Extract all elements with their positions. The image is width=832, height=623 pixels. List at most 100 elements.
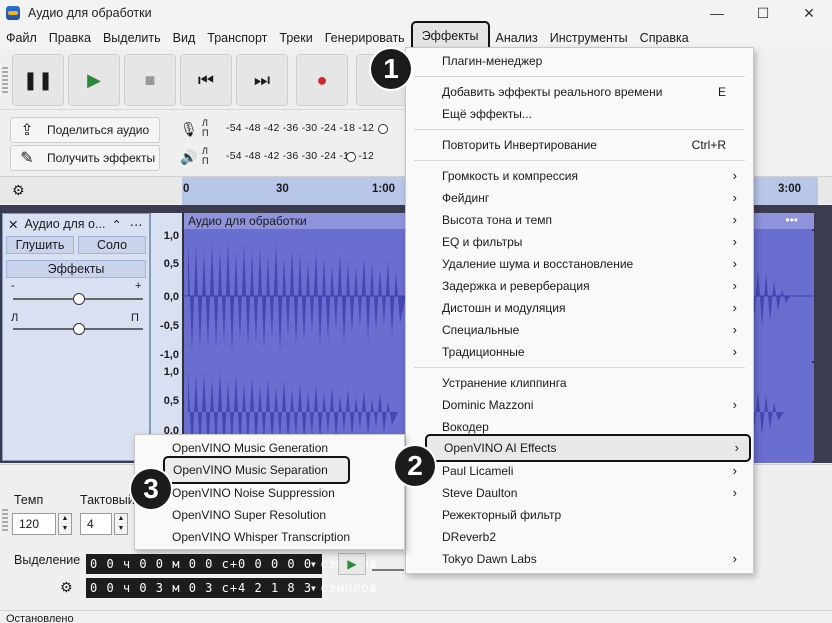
record-button[interactable]: ● [296, 54, 348, 106]
menu-tracks[interactable]: Треки [273, 27, 318, 49]
add-realtime-effects-item[interactable]: Добавить эффекты реального времени E [406, 81, 753, 103]
scale-minus-1-0: -1,0 [160, 349, 179, 361]
tick-1-00: 1:00 [372, 183, 396, 195]
openvino-submenu: OpenVINO Music Generation OpenVINO Music… [134, 434, 405, 550]
record-level-knob[interactable] [378, 124, 388, 134]
selection-end-time[interactable]: 0 0 ч 0 3 м 0 3 с+4 2 1 8 3 сэмплов ▾ [86, 578, 377, 598]
pan-slider-knob[interactable] [73, 323, 85, 335]
menu-file[interactable]: Файл [0, 27, 43, 49]
dreverb2-item[interactable]: DReverb2 [406, 526, 753, 548]
get-effects-label: Получить эффекты [47, 151, 156, 165]
paul-licameli-item[interactable]: Paul Licameli › [406, 460, 753, 482]
menu-select[interactable]: Выделить [97, 27, 167, 49]
pan-slider[interactable] [13, 323, 143, 335]
time-signature-stepper[interactable]: ▲ ▼ [114, 513, 128, 535]
group-noise-removal[interactable]: Удаление шума и восстановление › [406, 253, 753, 275]
group-distortion-modulation[interactable]: Дистошн и модуляция › [406, 297, 753, 319]
menu-separator [414, 367, 745, 368]
gain-slider-knob[interactable] [73, 293, 85, 305]
dominic-mazzoni-item[interactable]: Dominic Mazzoni › [406, 394, 753, 416]
track-header: ✕ Аудио для о... ⌃ ⋯ [3, 214, 151, 234]
play-button[interactable]: ▶ [68, 54, 120, 106]
scale-1-0: 1,0 [163, 230, 179, 242]
plugin-icon: ✎ [20, 150, 34, 167]
gain-slider[interactable] [13, 293, 143, 305]
scale-minus-0-5: -0,5 [160, 320, 179, 332]
notch-filter-item[interactable]: Режекторный фильтр [406, 504, 753, 526]
stop-button[interactable]: ■ [124, 54, 176, 106]
selection-start-time[interactable]: 0 0 ч 0 0 м 0 0 с+0 0 0 0 0 сэмплов ▾ [86, 554, 377, 574]
record-meter[interactable]: 🎙 ЛП -54 -48 -42 -36 -30 -24 -18 -12 [180, 118, 410, 140]
openvino-whisper-transcription-item[interactable]: OpenVINO Whisper Transcription [135, 526, 404, 548]
steve-daulton-item[interactable]: Steve Daulton › [406, 482, 753, 504]
selection-settings-icon[interactable]: ⚙ [60, 579, 73, 596]
selection-start-value: 0 0 ч 0 0 м 0 0 с+0 0 0 0 0 сэмплов [90, 557, 378, 571]
scale-r-1-0: 1,0 [163, 366, 179, 378]
menu-help[interactable]: Справка [634, 27, 695, 49]
openvino-ai-effects-item[interactable]: OpenVINO AI Effects › [425, 434, 751, 462]
tempo-stepper[interactable]: ▲ ▼ [58, 513, 72, 535]
close-button[interactable]: ✕ [786, 0, 832, 26]
pause-button[interactable]: ❚❚ [12, 54, 64, 106]
menu-transport[interactable]: Транспорт [201, 27, 273, 49]
group-delay-reverb[interactable]: Задержка и реверберация › [406, 275, 753, 297]
step-3-badge: 3 [131, 469, 171, 509]
stop-icon: ■ [144, 69, 156, 90]
play-at-speed-icon: ▶ [347, 557, 357, 571]
more-effects-item[interactable]: Ещё эффекты... [406, 103, 753, 125]
openvino-music-separation-item[interactable]: OpenVINO Music Separation [163, 456, 350, 484]
toolbar-grip-bottom[interactable] [2, 509, 8, 531]
menu-bar: Файл Правка Выделить Вид Транспорт Треки… [0, 21, 832, 51]
group-pitch-tempo[interactable]: Высота тона и темп › [406, 209, 753, 231]
group-volume-compression[interactable]: Громкость и компрессия › [406, 165, 753, 187]
minimize-button[interactable]: — [694, 0, 740, 26]
group-eq-filters[interactable]: EQ и фильтры › [406, 231, 753, 253]
openvino-noise-suppression-item[interactable]: OpenVINO Noise Suppression [135, 482, 404, 504]
track-menu-icon[interactable]: ⋯ [130, 217, 143, 232]
selection-label: Выделение [14, 553, 81, 567]
skip-to-start-icon: ⏮ [197, 69, 215, 90]
clip-menu-icon[interactable]: ••• [785, 213, 798, 227]
menu-separator [414, 160, 745, 161]
plugin-manager-item[interactable]: Плагин-менеджер [406, 50, 753, 72]
group-traditional[interactable]: Традиционные › [406, 341, 753, 363]
microphone-icon: 🎙 [180, 121, 198, 137]
clip-fix-item[interactable]: Устранение клиппинга [406, 372, 753, 394]
menu-separator [414, 76, 745, 77]
tempo-input[interactable]: 120 [12, 513, 56, 535]
group-special[interactable]: Специальные › [406, 319, 753, 341]
toolbar-grip[interactable] [2, 67, 8, 93]
maximize-button[interactable]: ☐ [740, 0, 786, 26]
time-signature-input[interactable]: 4 [80, 513, 112, 535]
solo-button[interactable]: Соло [78, 236, 146, 254]
menu-view[interactable]: Вид [167, 27, 202, 49]
menu-tools[interactable]: Инструменты [544, 27, 634, 49]
group-fading[interactable]: Фейдинг › [406, 187, 753, 209]
mute-button[interactable]: Глушить [6, 236, 74, 254]
timeline-settings-icon[interactable]: ⚙ [12, 182, 25, 199]
repeat-last-effect-item[interactable]: Повторить Инвертирование Ctrl+R [406, 134, 753, 156]
effects-button[interactable]: Эффекты [6, 260, 146, 278]
get-effects-button[interactable]: ✎ Получить эффекты [10, 145, 160, 171]
share-audio-label: Поделиться аудио [47, 123, 150, 137]
track-name[interactable]: Аудио для о... [24, 217, 105, 231]
menu-generate[interactable]: Генерировать [319, 27, 411, 49]
collapse-icon[interactable]: ⌃ [111, 217, 121, 232]
playback-level-knob[interactable] [346, 152, 356, 162]
playback-meter[interactable]: 🔊 ЛП -54 -48 -42 -36 -30 -24 -18 -12 [180, 146, 410, 168]
menu-separator [414, 129, 745, 130]
transport-toolbar: ❚❚ ▶ ■ ⏮ ⏭ ● ⟲ [0, 50, 410, 110]
tokyo-dawn-labs-item[interactable]: Tokyo Dawn Labs › [406, 548, 753, 570]
tools-toolbar: ⇪ Поделиться аудио ✎ Получить эффекты 🎙 … [0, 112, 410, 174]
play-at-speed-button[interactable]: ▶ [338, 553, 366, 575]
track-control-panel: ✕ Аудио для о... ⌃ ⋯ Глушить Соло Эффект… [2, 213, 150, 461]
share-audio-button[interactable]: ⇪ Поделиться аудио [10, 117, 160, 143]
skip-end-button[interactable]: ⏭ [236, 54, 288, 106]
menu-edit[interactable]: Правка [43, 27, 97, 49]
menu-analyze[interactable]: Анализ [490, 27, 544, 49]
playback-speed-slider[interactable] [372, 569, 404, 571]
pan-left-label: Л [11, 312, 19, 324]
openvino-super-resolution-item[interactable]: OpenVINO Super Resolution [135, 504, 404, 526]
skip-start-button[interactable]: ⏮ [180, 54, 232, 106]
close-track-icon[interactable]: ✕ [8, 217, 18, 232]
